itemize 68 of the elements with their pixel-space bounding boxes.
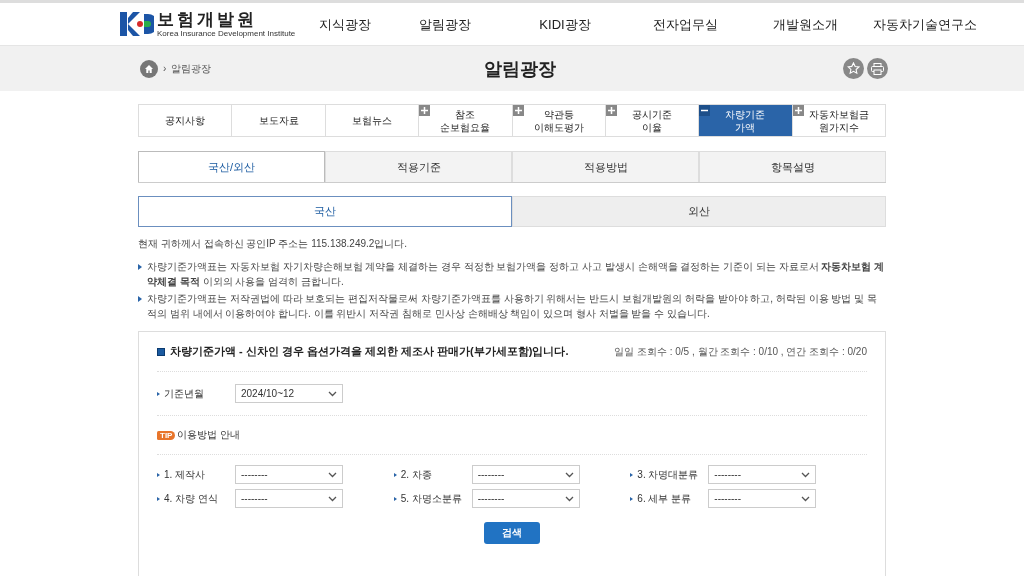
field-label: 기준년월 <box>164 386 204 401</box>
ip-notice: 현재 귀하께서 접속하신 공인IP 주소는 115.138.249.2입니다. <box>138 237 409 251</box>
chevron-down-icon <box>564 471 574 478</box>
filter-select[interactable]: -------- <box>708 465 817 484</box>
bullet-icon <box>393 496 397 501</box>
bullet-icon <box>630 472 634 477</box>
view-counts: 일일 조회수 : 0/5 , 월간 조회수 : 0/10 , 연간 조회수 : 0/20 <box>614 344 867 359</box>
logo-subtitle: Korea Insurance Development Institute <box>157 28 296 38</box>
bullet-icon <box>630 496 634 501</box>
chevron-down-icon <box>801 471 811 478</box>
bullet-icon <box>157 391 160 396</box>
tab[interactable]: 항목설명 <box>699 151 886 182</box>
segment-tab[interactable]: 국산 <box>138 196 512 227</box>
bullet-icon <box>393 472 397 477</box>
field-label: 1. 제작사 <box>164 467 206 482</box>
bullet-icon <box>157 472 160 477</box>
tab[interactable]: 국산/외산 <box>138 151 325 182</box>
menu-tab[interactable]: 공시기준 이율 <box>605 105 700 136</box>
nav-link[interactable]: 개발원소개 <box>745 14 865 34</box>
plus-icon[interactable] <box>512 105 524 116</box>
square-icon <box>157 347 165 356</box>
breadcrumb-separator: › <box>163 63 167 74</box>
plus-icon[interactable] <box>792 105 804 116</box>
filter-select[interactable]: -------- <box>235 489 343 508</box>
bullet-icon <box>138 264 142 270</box>
notice-text: 차량기준가액표는 자동차보험 자기차량손해보험 계약을 체결하는 경우 적정한 보험가액을 정하고 사고 발생시 손해액을 결정하는 기준이 되는 자료로서 자동차보험 계약체결 목적 이외의 사용을 엄격히 금합니다. <box>147 260 886 289</box>
bullet-icon <box>157 496 160 501</box>
field-label: 2. 차종 <box>400 467 432 482</box>
panel-title: 차량기준가액 - 신차인 경우 옵션가격을 제외한 제조사 판매가(부가세포함)입니다. <box>170 344 570 359</box>
menu-tab[interactable]: 약관등 이해도평가 <box>512 105 606 136</box>
chevron-down-icon <box>328 471 337 478</box>
nav-link[interactable]: 지식광장 <box>305 14 385 34</box>
nav-link[interactable]: KIDI광장 <box>505 14 625 34</box>
notice-text: 차량기준가액표는 저작권법에 따라 보호되는 편집저작물로써 차량기준가액표를 사용하기 위해서는 반드시 보험개발원의 허락을 받아야 하고, 허락된 이용 방법 및 목적의 범위 내에서 이용하여야 합니다. 이를 위반시 저작권 침해로 민사상 손해배상 책임이 있으며 형사 처벌을 받을 수 있습니다. <box>147 292 878 321</box>
plus-icon[interactable] <box>419 105 431 116</box>
menu-tab[interactable]: 차량기준 가액 <box>699 105 793 136</box>
logo-title: 보험개발원 <box>157 10 258 29</box>
chevron-down-icon <box>801 495 811 502</box>
chevron-down-icon <box>328 495 337 502</box>
tip-text: 이용방법 안내 <box>177 428 241 442</box>
plus-icon[interactable] <box>605 105 617 116</box>
segment-tab[interactable]: 외산 <box>512 196 886 227</box>
tip-badge: TIP <box>157 430 176 440</box>
print-icon[interactable] <box>867 58 888 79</box>
tab[interactable]: 적용방법 <box>512 151 699 182</box>
nav-link[interactable]: 자동차기술연구소 <box>865 14 985 34</box>
tab[interactable]: 적용기준 <box>325 151 512 182</box>
period-select[interactable]: 2024/10~12 <box>235 384 343 403</box>
bullet-icon <box>138 296 142 302</box>
field-label: 6. 세부 분류 <box>637 491 692 506</box>
minus-icon[interactable] <box>699 105 711 116</box>
page-title: 알림광장 <box>483 57 557 81</box>
filter-select[interactable]: -------- <box>708 489 817 508</box>
home-icon[interactable] <box>140 59 158 78</box>
search-button[interactable]: 검색 <box>484 522 540 544</box>
filter-select[interactable]: -------- <box>471 465 580 484</box>
nav-link[interactable]: 알림광장 <box>385 14 505 34</box>
field-label: 3. 차명대분류 <box>637 467 699 482</box>
field-label: 4. 차량 연식 <box>164 491 218 506</box>
filter-select[interactable]: -------- <box>235 465 343 484</box>
field-label: 5. 차명소분류 <box>400 491 462 506</box>
filter-select[interactable]: -------- <box>471 489 580 508</box>
chevron-down-icon <box>564 495 574 502</box>
chevron-down-icon <box>328 390 337 397</box>
breadcrumb-link[interactable]: 알림광장 <box>171 61 212 76</box>
menu-tab[interactable]: 참조 순보험요율 <box>419 105 513 136</box>
nav-link[interactable]: 전자업무실 <box>625 14 745 34</box>
logo-icon <box>120 12 154 36</box>
